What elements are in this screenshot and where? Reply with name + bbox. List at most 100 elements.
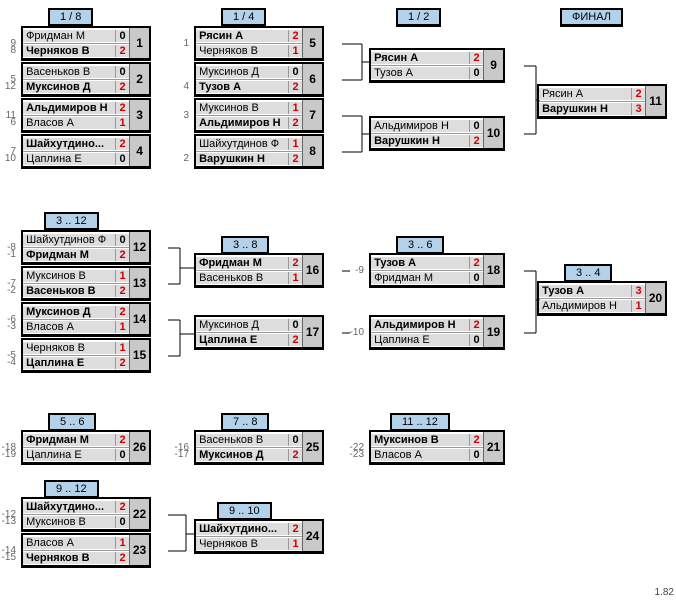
match-26: -18 Фридман М2 Цаплина Е0 26 -19 xyxy=(0,430,151,477)
player-name: Муксинов Д xyxy=(196,449,288,461)
round-header: 1 / 2 xyxy=(396,8,441,27)
player-name: Варушкин Н xyxy=(196,153,288,165)
match-16: Фридман М2 Васеньков В1 16 xyxy=(173,253,324,300)
player-name: Альдимиров Н xyxy=(371,120,469,132)
match-20: Тузов А3 Альдимиров Н1 20 xyxy=(516,281,667,328)
player-score: 2 xyxy=(115,138,129,150)
player-score: 2 xyxy=(115,285,129,297)
player-score: 0 xyxy=(115,516,129,528)
player-name: Васеньков В xyxy=(196,434,288,446)
player-name: Рясин А xyxy=(539,88,631,100)
player-name: Варушкин Н xyxy=(371,135,469,147)
match-23: -14 Власов А1 Черняков В2 23 -15 xyxy=(0,533,151,580)
match-number: 24 xyxy=(302,521,322,551)
player-score: 0 xyxy=(469,272,483,284)
player-score: 2 xyxy=(288,449,302,461)
player-name: Цаплина Е xyxy=(23,357,115,369)
player-score: 2 xyxy=(288,257,302,269)
match-number: 11 xyxy=(645,86,665,116)
player-score: 0 xyxy=(469,334,483,346)
match-4: 7 Шайхутдино...2 Цаплина Е0 4 10 xyxy=(0,134,151,181)
player-name: Васеньков В xyxy=(196,272,288,284)
player-score: 2 xyxy=(469,319,483,331)
player-score: 1 xyxy=(288,102,302,114)
player-score: 1 xyxy=(115,321,129,333)
player-score: 1 xyxy=(115,342,129,354)
player-score: 2 xyxy=(469,434,483,446)
player-score: 3 xyxy=(631,285,645,297)
seed: 3 xyxy=(173,110,191,121)
player-score: 2 xyxy=(288,334,302,346)
player-score: 1 xyxy=(288,138,302,150)
player-name: Черняков В xyxy=(23,552,115,564)
player-score: 1 xyxy=(631,300,645,312)
round-header: 1 / 4 xyxy=(221,8,266,27)
round-header: 1 / 8 xyxy=(48,8,93,27)
match-9: Рясин А2 Тузов А0 9 xyxy=(348,48,505,95)
player-score: 2 xyxy=(115,357,129,369)
player-name: Альдимиров Н xyxy=(539,300,631,312)
player-name: Фридман М xyxy=(23,30,115,42)
player-name: Тузов А xyxy=(371,67,469,79)
round-header: ФИНАЛ xyxy=(560,8,623,27)
player-score: 1 xyxy=(115,537,129,549)
player-name: Муксинов Д xyxy=(23,306,115,318)
player-score: 2 xyxy=(631,88,645,100)
match-15: -5 Черняков В1 Цаплина Е2 15 -4 xyxy=(0,338,151,385)
match-number: 23 xyxy=(129,535,149,565)
match-number: 12 xyxy=(129,232,149,262)
match-number: 13 xyxy=(129,268,149,298)
player-score: 2 xyxy=(288,81,302,93)
player-name: Черняков В xyxy=(23,45,115,57)
player-name: Шайхутдино... xyxy=(23,138,115,150)
player-score: 2 xyxy=(115,45,129,57)
player-name: Варушкин Н xyxy=(539,103,631,115)
match-number: 22 xyxy=(129,499,149,529)
match-number: 1 xyxy=(129,28,149,58)
player-score: 0 xyxy=(115,30,129,42)
match-number: 21 xyxy=(483,432,503,462)
player-name: Цаплина Е xyxy=(23,153,115,165)
player-name: Альдимиров Н xyxy=(23,102,115,114)
player-name: Муксинов Д xyxy=(196,66,288,78)
player-score: 0 xyxy=(288,319,302,331)
match-number: 6 xyxy=(302,64,322,94)
player-name: Власов А xyxy=(371,449,469,461)
player-name: Альдимиров Н xyxy=(371,319,469,331)
round-header: 3 .. 12 xyxy=(44,212,99,231)
player-score: 2 xyxy=(115,552,129,564)
seed: 1 xyxy=(173,38,191,49)
player-name: Цаплина Е xyxy=(371,334,469,346)
match-8: Шайхутдинов Ф1 Варушкин Н2 8 2 xyxy=(173,134,324,181)
match-number: 8 xyxy=(302,136,322,166)
match-number: 16 xyxy=(302,255,322,285)
player-name: Власов А xyxy=(23,117,115,129)
player-name: Фридман М xyxy=(196,257,288,269)
player-score: 1 xyxy=(288,272,302,284)
match-11: Рясин А2 Варушкин Н3 11 xyxy=(516,84,667,131)
player-score: 2 xyxy=(288,30,302,42)
player-name: Муксинов В xyxy=(23,270,115,282)
player-score: 2 xyxy=(115,102,129,114)
player-score: 2 xyxy=(115,434,129,446)
player-name: Шайхутдинов Ф xyxy=(23,234,115,246)
match-19: -10 Альдимиров Н2 Цаплина Е0 19 xyxy=(348,315,505,362)
match-number: 14 xyxy=(129,304,149,334)
match-number: 15 xyxy=(129,340,149,370)
player-score: 2 xyxy=(469,52,483,64)
player-score: 2 xyxy=(115,249,129,261)
player-name: Шайхутдино... xyxy=(196,523,288,535)
match-25: -16 Васеньков В0 Муксинов Д2 25 -17 xyxy=(173,430,324,477)
match-number: 9 xyxy=(483,50,503,80)
player-name: Рясин А xyxy=(196,30,288,42)
match-number: 2 xyxy=(129,64,149,94)
player-name: Муксинов В xyxy=(196,102,288,114)
player-score: 2 xyxy=(288,523,302,535)
player-score: 2 xyxy=(115,306,129,318)
player-score: 0 xyxy=(469,120,483,132)
player-score: 1 xyxy=(288,538,302,550)
player-name: Фридман М xyxy=(23,434,115,446)
player-name: Шайхутдино... xyxy=(23,501,115,513)
player-score: 1 xyxy=(115,270,129,282)
match-number: 17 xyxy=(302,317,322,347)
